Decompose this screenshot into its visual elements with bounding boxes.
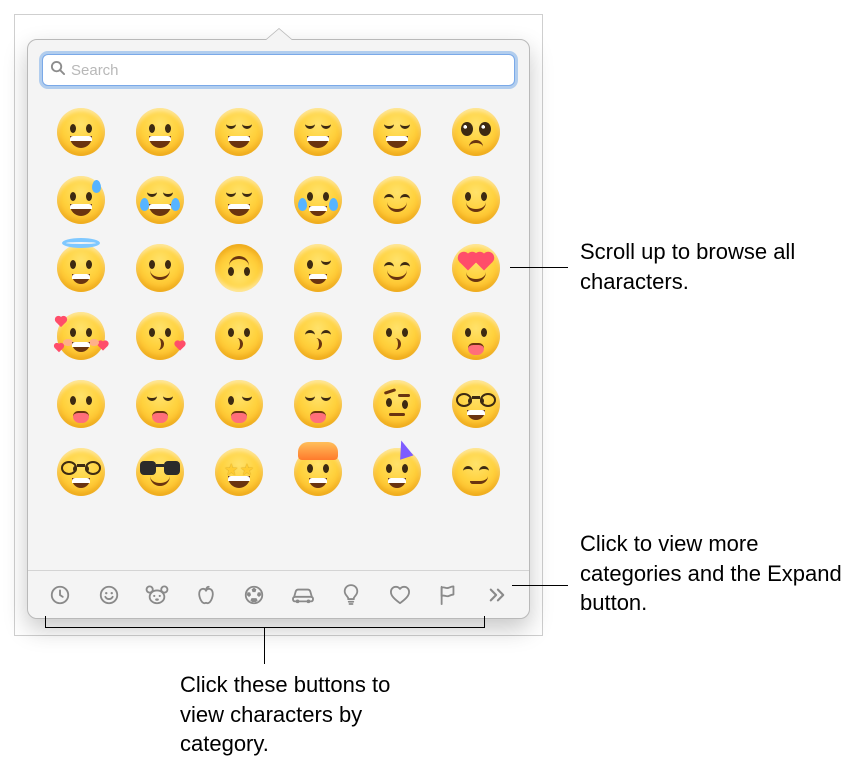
category-animals-nature[interactable] (135, 575, 179, 615)
emoji-kissing-smiling-eyes[interactable] (366, 305, 428, 367)
emoji-sunglasses[interactable] (129, 441, 191, 503)
emoji-star-struck[interactable]: ★★ (208, 441, 270, 503)
popover-beak (265, 29, 293, 41)
chevrons-right-icon (488, 587, 506, 603)
emoji-slightly-smiling[interactable] (445, 169, 507, 231)
category-objects[interactable] (329, 575, 373, 615)
emoji-grinning-sweat[interactable] (50, 169, 112, 231)
flag-icon (438, 584, 458, 606)
emoji-face-savoring[interactable] (445, 305, 507, 367)
emoji-beaming-smiling-eyes[interactable] (208, 101, 270, 163)
emoji-face-tears-of-joy[interactable] (129, 169, 191, 231)
emoji-smiling-halo[interactable] (50, 237, 112, 299)
emoji-relieved-face[interactable] (366, 169, 428, 231)
search-row (28, 40, 529, 96)
search-field-wrap[interactable] (42, 54, 515, 86)
emoji-grinning-face[interactable] (50, 101, 112, 163)
emoji-kissing-face[interactable] (208, 305, 270, 367)
callout-line (512, 585, 568, 586)
search-input[interactable] (71, 62, 506, 79)
callout-line (264, 628, 265, 664)
callout-more: Click to view more categories and the Ex… (580, 529, 850, 618)
emoji-upside-down-face[interactable] (208, 237, 270, 299)
search-icon (50, 60, 65, 80)
emoji-exploding-head[interactable] (287, 441, 349, 503)
emoji-tongue-out[interactable] (50, 373, 112, 435)
category-flags[interactable] (426, 575, 470, 615)
callout-scroll: Scroll up to browse all characters. (580, 237, 850, 296)
emoji-face-monocle[interactable] (445, 373, 507, 435)
emoji-heart-eyes[interactable] (445, 237, 507, 299)
emoji-grinning-squinting[interactable] (287, 101, 349, 163)
category-bracket (45, 616, 485, 628)
apple-icon (196, 584, 216, 606)
category-smileys-people[interactable] (87, 575, 131, 615)
category-travel-places[interactable] (281, 575, 325, 615)
emoji-face-blowing-kiss[interactable] (129, 305, 191, 367)
emoji-raised-eyebrow[interactable] (366, 373, 428, 435)
emoji-partying-face[interactable] (366, 441, 428, 503)
category-bar (28, 570, 529, 618)
emoji-kissing-closed-eyes[interactable] (287, 305, 349, 367)
emoji-pleading-face[interactable] (445, 101, 507, 163)
category-symbols[interactable] (378, 575, 422, 615)
emoji-scroll-area[interactable]: ★★ (28, 96, 529, 566)
emoji-winking-face[interactable] (287, 237, 349, 299)
emoji-smiling-tear[interactable] (287, 169, 349, 231)
emoji-grid: ★★ (42, 98, 515, 506)
callout-line (510, 267, 568, 268)
emoji-slightly-smiling-2[interactable] (129, 237, 191, 299)
lightbulb-icon (342, 583, 360, 607)
category-frequently-used[interactable] (38, 575, 82, 615)
character-viewer-popover: ★★ (27, 39, 530, 619)
category-activity[interactable] (232, 575, 276, 615)
emoji-rolling-on-floor-laughing[interactable] (208, 169, 270, 231)
emoji-nerd-face[interactable] (50, 441, 112, 503)
heart-icon (389, 585, 411, 605)
smiley-icon (98, 584, 120, 606)
emoji-relieved-face-2[interactable] (366, 237, 428, 299)
callout-categories: Click these buttons to view characters b… (180, 670, 420, 759)
emoji-smirking-face[interactable] (445, 441, 507, 503)
category-food-drink[interactable] (184, 575, 228, 615)
soccer-icon (243, 584, 265, 606)
emoji-winking-tongue[interactable] (208, 373, 270, 435)
documentation-frame: ★★ (14, 14, 543, 636)
category-more[interactable] (475, 575, 519, 615)
emoji-zany-face[interactable] (287, 373, 349, 435)
car-icon (290, 585, 316, 605)
emoji-squinting-tongue[interactable] (129, 373, 191, 435)
emoji-grinning-big-eyes[interactable] (129, 101, 191, 163)
emoji-smiling-hearts[interactable] (50, 305, 112, 367)
emoji-grinning-tight-closed[interactable] (366, 101, 428, 163)
animal-icon (145, 584, 169, 606)
clock-icon (49, 584, 71, 606)
